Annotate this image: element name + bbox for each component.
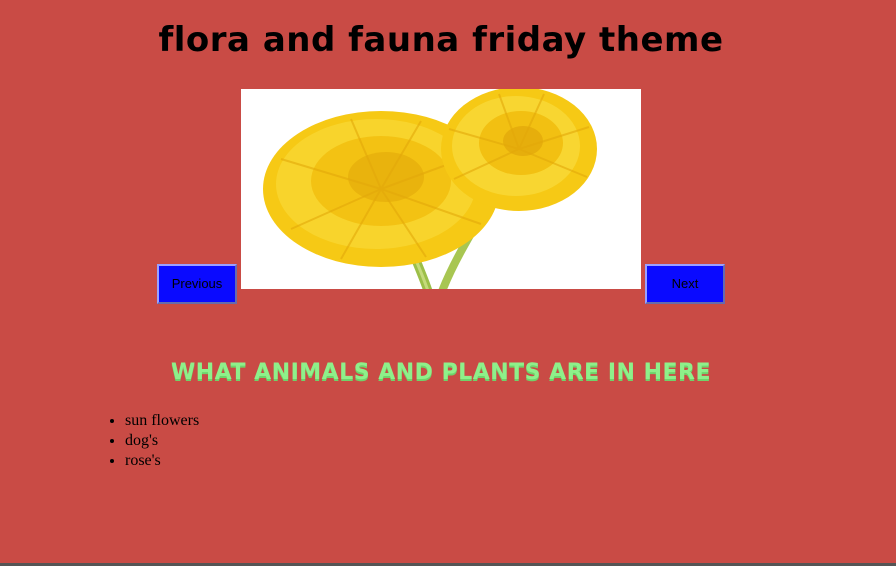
list-item: rose's [125,451,199,471]
list-item: sun flowers [125,411,199,431]
dandelion-flowers-image [263,89,597,289]
next-button[interactable]: Next [645,264,725,304]
list-item: dog's [125,431,199,451]
animals-plants-list: sun flowers dog's rose's [85,411,199,471]
section-heading: WHAT ANIMALS AND PLANTS ARE IN HERE [171,360,711,385]
previous-button[interactable]: Previous [157,264,237,304]
page-title: flora and fauna friday theme [158,20,724,60]
slideshow-image [241,89,641,289]
